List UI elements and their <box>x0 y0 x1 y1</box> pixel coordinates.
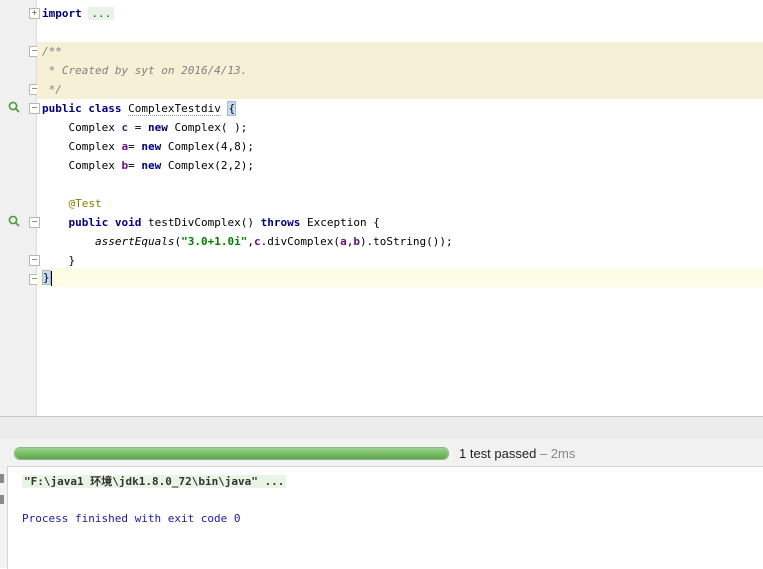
method-name: testDivComplex() <box>141 216 261 229</box>
field-name: b <box>353 235 360 248</box>
keyword: throws <box>260 216 301 229</box>
panel-edge-marker <box>0 474 4 483</box>
static-call: assertEquals <box>94 235 175 248</box>
keyword: new <box>147 121 168 134</box>
code-area[interactable]: import ... /** * Created by syt on 2016/… <box>37 0 763 416</box>
code-line: Complex b= new Complex(2,2); <box>37 156 763 175</box>
keyword: import <box>42 7 82 20</box>
keyword: new <box>141 140 162 153</box>
console-command[interactable]: "F:\java1 环境\jdk1.8.0_72\bin\java" ... <box>22 475 287 488</box>
test-status-text: 1 test passed <box>459 446 537 461</box>
console-exit-message: Process finished with exit code 0 <box>22 512 241 525</box>
code-line: public class ComplexTestdiv { <box>37 99 763 118</box>
run-test-method-icon[interactable] <box>8 215 20 227</box>
code-line: /** <box>37 42 763 61</box>
code-line: import ... <box>37 4 763 23</box>
code-line: Complex c = new Complex( ); <box>37 118 763 137</box>
test-progress-fill <box>15 448 448 459</box>
test-progress-bar <box>14 447 449 460</box>
code-line: public void testDivComplex() throws Exce… <box>37 213 763 232</box>
code-line: Complex a= new Complex(4,8); <box>37 137 763 156</box>
keyword: public <box>42 102 82 115</box>
editor-gutter: + − − − − − − <box>0 0 40 416</box>
code-token: ).toString()); <box>359 235 453 248</box>
code-token: Complex( ); <box>167 121 248 134</box>
keyword: new <box>141 159 162 172</box>
test-duration: – 2ms <box>536 446 576 461</box>
run-test-class-icon[interactable] <box>8 101 20 113</box>
current-line: } <box>37 268 763 287</box>
code-token: = <box>128 159 142 172</box>
annotation: @Test <box>68 197 102 210</box>
code-token: Complex <box>68 159 115 172</box>
code-token: Complex(2,2); <box>161 159 254 172</box>
code-line: @Test <box>37 194 763 213</box>
code-token: .divComplex( <box>260 235 341 248</box>
panel-edge-marker <box>0 495 4 504</box>
matched-brace: } <box>42 270 51 285</box>
code-token: = <box>128 140 142 153</box>
doc-comment: */ <box>42 83 62 96</box>
folded-imports[interactable]: ... <box>88 7 115 20</box>
matched-brace: { <box>227 101 237 116</box>
doc-comment: * Created by syt on 2016/4/13. <box>42 64 248 77</box>
code-token: } <box>68 254 76 267</box>
code-line: */ <box>37 80 763 99</box>
code-token: Complex <box>68 121 115 134</box>
doc-comment: /** <box>42 45 62 58</box>
text-caret <box>50 270 52 286</box>
code-token: Complex <box>68 140 115 153</box>
keyword: void <box>114 216 142 229</box>
code-line: assertEquals("3.0+1.0i",c.divComplex(a,b… <box>37 232 763 251</box>
field-name: c <box>253 235 261 248</box>
console-line: "F:\java1 环境\jdk1.8.0_72\bin\java" ... <box>22 473 287 489</box>
panel-splitter[interactable] <box>0 416 763 440</box>
keyword: class <box>88 102 122 115</box>
code-token: Exception { <box>300 216 380 229</box>
console-output[interactable]: "F:\java1 环境\jdk1.8.0_72\bin\java" ... P… <box>7 466 763 569</box>
code-editor[interactable]: + − − − − − − import ... /** * Created b… <box>0 0 763 416</box>
code-token: Complex(4,8); <box>161 140 254 153</box>
test-status: 1 test passed – 2ms <box>459 446 575 461</box>
field-name: a <box>340 235 347 248</box>
string-literal: "3.0+1.0i" <box>181 235 248 248</box>
code-line: * Created by syt on 2016/4/13. <box>37 61 763 80</box>
class-name: ComplexTestdiv <box>128 102 221 116</box>
code-token: , <box>247 235 254 248</box>
keyword: public <box>68 216 109 229</box>
code-token: = <box>128 121 148 134</box>
